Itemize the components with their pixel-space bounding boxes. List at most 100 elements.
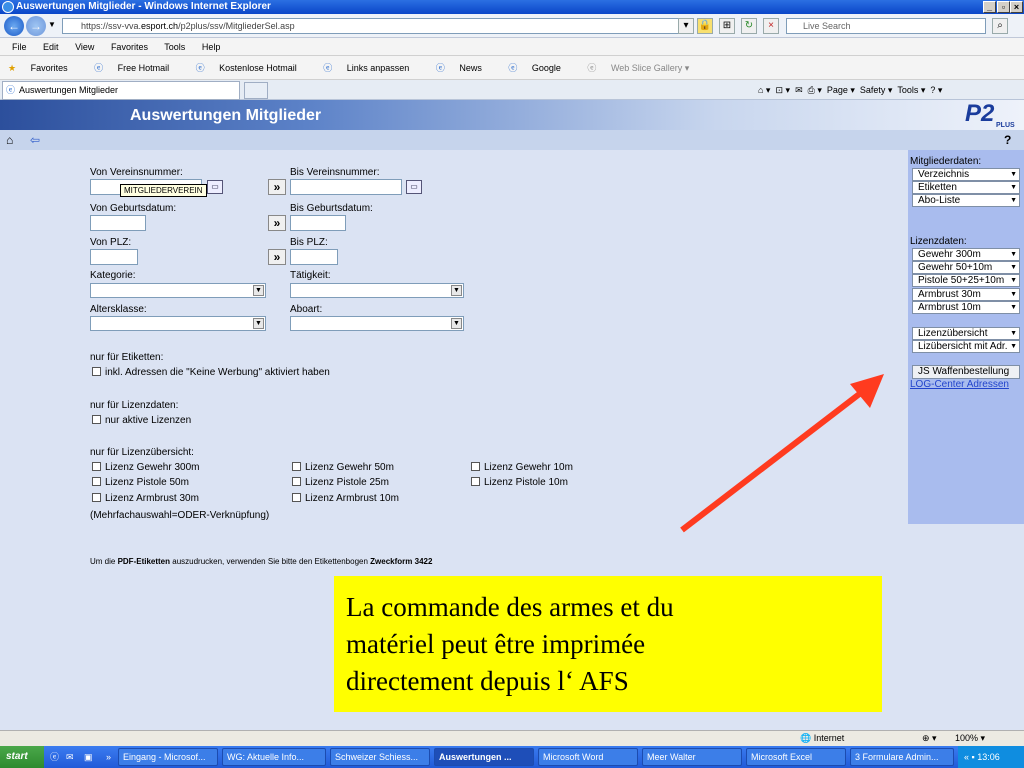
- favorites-button[interactable]: ★ Favorites: [8, 63, 80, 73]
- new-tab-button[interactable]: [244, 82, 268, 99]
- print-icon[interactable]: ⎙ ▾: [808, 85, 822, 95]
- armbrust-10m-select[interactable]: Armbrust 10m ▼: [912, 301, 1020, 314]
- menu-view[interactable]: View: [75, 42, 94, 52]
- lizenz-gewehr-10m-checkbox[interactable]: Lizenz Gewehr 10m: [471, 462, 573, 473]
- task-wg-aktuelle-info[interactable]: WG: Aktuelle Info...: [222, 748, 326, 766]
- tray-expand-icon[interactable]: «: [964, 752, 969, 762]
- von-geburtsdatum-input[interactable]: [90, 215, 146, 231]
- search-input[interactable]: Live Search: [786, 18, 986, 34]
- fav-web-slice-gallery[interactable]: ⓔ Web Slice Gallery ▾: [587, 63, 701, 73]
- gewehr-300m-select[interactable]: Gewehr 300m ▼: [912, 248, 1020, 261]
- fav-links-anpassen[interactable]: ⓔ Links anpassen: [323, 63, 421, 73]
- menu-help[interactable]: Help: [202, 42, 221, 52]
- tools-menu[interactable]: Tools ▾: [897, 85, 925, 95]
- address-dropdown-icon[interactable]: ▾: [678, 18, 694, 34]
- quicklaunch-desktop-icon[interactable]: ▣: [84, 746, 93, 768]
- back-icon[interactable]: ←: [4, 16, 24, 36]
- fav-news[interactable]: ⓔ News: [436, 63, 494, 73]
- back-arrow-icon[interactable]: ⇦: [30, 130, 40, 150]
- menu-favorites[interactable]: Favorites: [111, 42, 148, 52]
- safety-menu[interactable]: Safety ▾: [860, 85, 893, 95]
- copy-vereinsnummer-button[interactable]: »: [268, 179, 286, 195]
- tray-network-icon[interactable]: ▪: [972, 752, 975, 762]
- von-plz-input[interactable]: [90, 249, 138, 265]
- mail-icon[interactable]: ✉: [795, 85, 803, 95]
- lizenzuebersicht-select[interactable]: Lizenzübersicht ▼: [912, 327, 1020, 340]
- task-microsoft-word[interactable]: Microsoft Word: [538, 748, 638, 766]
- close-icon[interactable]: ×: [1010, 1, 1023, 13]
- chevron-down-icon: ▼: [1010, 197, 1017, 204]
- ie-page-icon: ⓔ: [94, 63, 106, 73]
- task-eingang[interactable]: Eingang - Microsof...: [118, 748, 218, 766]
- fav-kostenlose-hotmail[interactable]: ⓔ Kostenlose Hotmail: [196, 63, 309, 73]
- minimize-icon[interactable]: _: [983, 1, 996, 13]
- copy-geburtsdatum-button[interactable]: »: [268, 215, 286, 231]
- task-meer-walter[interactable]: Meer Walter: [642, 748, 742, 766]
- stop-icon[interactable]: ×: [763, 18, 779, 34]
- altersklasse-select[interactable]: ▼: [90, 316, 266, 331]
- menu-edit[interactable]: Edit: [43, 42, 59, 52]
- lizenz-pistole-10m-checkbox[interactable]: Lizenz Pistole 10m: [471, 477, 568, 488]
- bis-geburtsdatum-input[interactable]: [290, 215, 346, 231]
- checkbox-box: [92, 477, 101, 486]
- search-icon[interactable]: ⌕: [992, 18, 1008, 34]
- start-button[interactable]: start: [0, 746, 44, 768]
- protected-mode-icon[interactable]: ⊕ ▾: [922, 731, 937, 746]
- task-auswertungen[interactable]: Auswertungen ...: [434, 748, 534, 766]
- p2-logo-sub: PLUS: [996, 122, 1015, 129]
- armbrust-30m-select[interactable]: Armbrust 30m ▼: [912, 288, 1020, 301]
- copy-plz-button[interactable]: »: [268, 249, 286, 265]
- feeds-icon[interactable]: ⊡ ▾: [775, 85, 790, 95]
- menu-file[interactable]: File: [12, 42, 27, 52]
- refresh-icon[interactable]: ↻: [741, 18, 757, 34]
- verzeichnis-select[interactable]: Verzeichnis ▼: [912, 168, 1020, 181]
- lock-icon[interactable]: 🔒: [697, 18, 713, 34]
- lizenz-pistole-25m-checkbox[interactable]: Lizenz Pistole 25m: [292, 477, 389, 488]
- history-dropdown-icon[interactable]: ▼: [48, 20, 56, 29]
- etiketten-select[interactable]: Etiketten ▼: [912, 181, 1020, 194]
- help-icon[interactable]: ?: [1004, 130, 1011, 150]
- lizenz-gewehr-50m-checkbox[interactable]: Lizenz Gewehr 50m: [292, 462, 394, 473]
- help-menu-icon[interactable]: ? ▾: [930, 85, 942, 95]
- tab-auswertungen[interactable]: ⓔ Auswertungen Mitglieder: [2, 81, 240, 100]
- lizenz-gewehr-300m-checkbox[interactable]: Lizenz Gewehr 300m: [92, 462, 200, 473]
- chevron-down-icon: ▼: [1010, 343, 1017, 350]
- compat-icon[interactable]: ⊞: [719, 18, 735, 34]
- taetigkeit-select[interactable]: ▼: [290, 283, 464, 298]
- lookup-icon[interactable]: ▭: [406, 180, 422, 194]
- kategorie-select[interactable]: ▼: [90, 283, 266, 298]
- aktive-lizenzen-checkbox[interactable]: nur aktive Lizenzen: [92, 415, 191, 426]
- quicklaunch-ie-icon[interactable]: ⓔ: [50, 746, 59, 768]
- aboart-select[interactable]: ▼: [290, 316, 464, 331]
- forward-icon[interactable]: →: [26, 16, 46, 36]
- lizenz-armbrust-30m-checkbox[interactable]: Lizenz Armbrust 30m: [92, 493, 199, 504]
- task-schweizer-schiess[interactable]: Schweizer Schiess...: [330, 748, 430, 766]
- home-icon[interactable]: ⌂ ▾: [758, 85, 770, 95]
- task-formulare-admin[interactable]: 3 Formulare Admin...: [850, 748, 954, 766]
- lookup-icon[interactable]: ▭: [207, 180, 223, 194]
- zoom-control[interactable]: 100% ▾: [955, 731, 985, 746]
- bis-plz-input[interactable]: [290, 249, 338, 265]
- abo-liste-select[interactable]: Abo-Liste ▼: [912, 194, 1020, 207]
- quicklaunch-more-icon[interactable]: »: [106, 746, 111, 768]
- chevron-down-icon: ▼: [1010, 264, 1017, 271]
- page-menu[interactable]: Page ▾: [827, 85, 855, 95]
- home-icon[interactable]: ⌂: [6, 130, 13, 150]
- checkbox-label: Lizenz Armbrust 30m: [105, 493, 199, 504]
- waffenbestellung-button[interactable]: JS Waffenbestellung: [912, 365, 1020, 379]
- bis-vereinsnummer-input[interactable]: [290, 179, 402, 195]
- pistole-select[interactable]: Pistole 50+25+10m ▼: [912, 274, 1020, 287]
- quicklaunch-outlook-icon[interactable]: ✉: [66, 746, 74, 768]
- lizenz-armbrust-10m-checkbox[interactable]: Lizenz Armbrust 10m: [292, 493, 399, 504]
- fav-google[interactable]: ⓔ Google: [508, 63, 573, 73]
- lizuebersicht-adr-select[interactable]: Lizübersicht mit Adr. ▼: [912, 340, 1020, 353]
- task-microsoft-excel[interactable]: Microsoft Excel: [746, 748, 846, 766]
- log-center-link[interactable]: LOG-Center Adressen: [910, 379, 1009, 390]
- maximize-icon[interactable]: ▫: [997, 1, 1010, 13]
- gewehr-50-10m-select[interactable]: Gewehr 50+10m ▼: [912, 261, 1020, 274]
- menu-tools[interactable]: Tools: [164, 42, 185, 52]
- keine-werbung-checkbox[interactable]: inkl. Adressen die "Keine Werbung" aktiv…: [92, 367, 330, 378]
- fav-free-hotmail[interactable]: ⓔ Free Hotmail: [94, 63, 181, 73]
- address-bar[interactable]: https://ssv-vva.esport.ch/p2plus/ssv/Mit…: [62, 18, 692, 34]
- lizenz-pistole-50m-checkbox[interactable]: Lizenz Pistole 50m: [92, 477, 189, 488]
